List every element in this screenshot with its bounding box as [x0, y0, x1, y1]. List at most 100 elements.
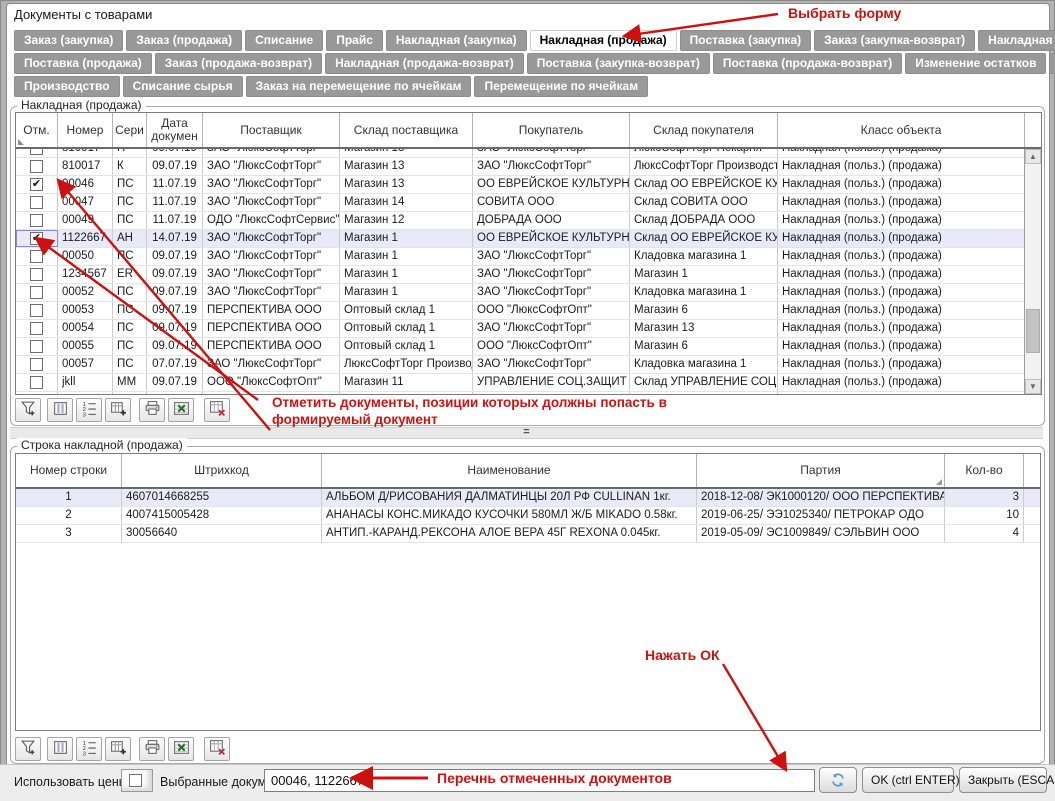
row-checkbox[interactable] — [30, 196, 43, 209]
table-row[interactable]: 00050ПС09.07.19ЗАО "ЛюксСофтТорг"Магазин… — [16, 248, 1041, 266]
table-row[interactable]: 00047ПС11.07.19ЗАО "ЛюксСофтТорг"Магазин… — [16, 194, 1041, 212]
tab-2-2[interactable]: Заказ на перемещение по ячейкам — [246, 76, 472, 97]
row-checkbox[interactable] — [30, 304, 43, 317]
row-checkbox[interactable] — [30, 160, 43, 173]
doc-col-header-8[interactable]: Класс объекта — [778, 113, 1025, 147]
doc-col-header-4[interactable]: Поставщик — [203, 113, 340, 147]
tab-1-1[interactable]: Заказ (продажа-возврат) — [155, 53, 322, 74]
use-prices-checkbox[interactable] — [129, 774, 142, 787]
cell-buyer: ЗАО "ЛюксСофтТорг" — [473, 158, 630, 175]
doc-col-header-6[interactable]: Покупатель — [473, 113, 630, 147]
refresh-button[interactable] — [819, 767, 857, 793]
table-row[interactable]: 00049ПС11.07.19ОДО "ЛюксСофтСервис"Магаз… — [16, 212, 1041, 230]
line-row[interactable]: 330056640АНТИП.-КАРАНД.РЕКСОНА АЛОЕ ВЕРА… — [16, 525, 1040, 543]
print-button[interactable] — [139, 398, 165, 422]
tab-0-6[interactable]: Поставка (закупка) — [680, 30, 812, 51]
scrollbar-thumb[interactable] — [1026, 309, 1040, 353]
row-cells: 1234567ER09.07.19ЗАО "ЛюксСофтТорг"Магаз… — [16, 266, 1025, 283]
tab-1-6[interactable]: Акт переоценки — [1049, 53, 1055, 74]
doc-col-header-5[interactable]: Склад поставщика — [340, 113, 473, 147]
column-settings-button[interactable] — [47, 398, 73, 422]
column-settings-icon — [52, 400, 69, 420]
tab-1-4[interactable]: Поставка (продажа-возврат) — [713, 53, 902, 74]
export-excel-button[interactable] — [168, 398, 194, 422]
line-col-header-4[interactable]: Кол-во — [945, 454, 1024, 487]
row-checkbox[interactable] — [30, 178, 43, 191]
row-numbering-button[interactable]: 123 — [76, 737, 102, 761]
cell-buyer: ОО ЕВРЕЙСКОЕ КУЛЬТУРН — [473, 230, 630, 247]
close-button[interactable]: Закрыть (ESCAPE) — [959, 767, 1047, 793]
line-col-header-1[interactable]: Штрихкод — [122, 454, 322, 487]
table-row[interactable]: 810017К09.07.19ЗАО "ЛюксСофтТорг"Магазин… — [16, 158, 1041, 176]
row-checkbox[interactable] — [30, 232, 43, 245]
filter-add-button[interactable] — [15, 398, 41, 422]
cell-supplier: ЗАО "ЛюксСофтТорг" — [203, 194, 340, 211]
row-checkbox[interactable] — [30, 268, 43, 281]
tab-2-1[interactable]: Списание сырья — [123, 76, 243, 97]
table-row[interactable]: 1234567ER09.07.19ЗАО "ЛюксСофтТорг"Магаз… — [16, 266, 1041, 284]
line-col-header-2[interactable]: Наименование — [322, 454, 697, 487]
row-checkbox[interactable] — [30, 358, 43, 371]
scroll-down-icon[interactable]: ▼ — [1025, 379, 1041, 394]
tab-1-5[interactable]: Изменение остатков — [905, 53, 1046, 74]
row-checkbox[interactable] — [30, 250, 43, 263]
row-checkbox[interactable] — [30, 214, 43, 227]
tab-0-4[interactable]: Накладная (закупка) — [386, 30, 527, 51]
annotation-selected-list: Перечнь отмеченных документов — [437, 770, 672, 786]
row-checkbox[interactable] — [30, 340, 43, 353]
table-row[interactable]: 810017П09.07.19ЗАО "ЛюксСофтТорг"Магазин… — [16, 149, 1041, 158]
documents-grid-scrollbar[interactable]: ▲ ▼ — [1024, 149, 1041, 394]
tab-2-3[interactable]: Перемещение по ячейкам — [474, 76, 648, 97]
tab-0-7[interactable]: Заказ (закупка-возврат) — [814, 30, 975, 51]
tab-0-3[interactable]: Прайс — [326, 30, 383, 51]
row-checkbox[interactable] — [30, 322, 43, 335]
row-checkbox[interactable] — [30, 394, 43, 395]
table-row[interactable]: 00053ПС09.07.19ПЕРСПЕКТИВА ООООптовый ск… — [16, 302, 1041, 320]
row-checkbox[interactable] — [30, 286, 43, 299]
column-settings-button[interactable] — [47, 737, 73, 761]
scroll-up-icon[interactable]: ▲ — [1025, 149, 1041, 164]
cell-date: 07.07.19 — [147, 356, 203, 373]
tab-2-0[interactable]: Производство — [14, 76, 120, 97]
row-numbering-button[interactable]: 123 — [76, 398, 102, 422]
cell-number: 1234567 — [58, 266, 113, 283]
ok-button[interactable]: OK (ctrl ENTER) — [862, 767, 954, 793]
doc-col-header-7[interactable]: Склад покупателя — [630, 113, 778, 147]
line-col-header-3[interactable]: Партия — [697, 454, 945, 487]
row-checkbox[interactable] — [30, 149, 43, 155]
print-button[interactable] — [139, 737, 165, 761]
cell-object-class: Накладная (польз.) (продажа) — [778, 320, 1025, 337]
tab-0-5[interactable]: Накладная (продажа) — [530, 30, 677, 51]
tab-0-8[interactable]: Накладная (закупка-возврат) — [978, 30, 1055, 51]
line-row[interactable]: 24007415005428АНАНАСЫ КОНС.МИКАДО КУСОЧК… — [16, 507, 1040, 525]
tab-1-3[interactable]: Поставка (закупка-возврат) — [527, 53, 710, 74]
cell-supplier-warehouse: Магазин 13 — [340, 149, 473, 157]
tab-0-2[interactable]: Списание — [245, 30, 323, 51]
tab-1-2[interactable]: Накладная (продажа-возврат) — [325, 53, 524, 74]
table-clear-button[interactable] — [204, 737, 230, 761]
tab-0-1[interactable]: Заказ (продажа) — [126, 30, 242, 51]
table-row[interactable]: 00054ПС09.07.19ПЕРСПЕКТИВА ООООптовый ск… — [16, 320, 1041, 338]
cell-buyer-warehouse: ЛюксСофтТорг Пекарня — [630, 149, 778, 157]
row-checkbox[interactable] — [30, 376, 43, 389]
table-row[interactable]: 1122667АН14.07.19ЗАО "ЛюксСофтТорг"Магаз… — [16, 230, 1041, 248]
table-row[interactable]: 00057ПС07.07.19ЗАО "ЛюксСофтТорг"ЛюксСоф… — [16, 356, 1041, 374]
table-add-button[interactable] — [105, 398, 131, 422]
table-row[interactable]: jkllММ09.07.19ООО "ЛюксСофтОпт"Магазин 1… — [16, 374, 1041, 392]
doc-col-header-1[interactable]: Номер — [58, 113, 113, 147]
doc-col-header-0[interactable]: Отм. — [16, 113, 58, 147]
line-col-header-0[interactable]: Номер строки — [16, 454, 122, 487]
table-clear-button[interactable] — [204, 398, 230, 422]
doc-col-header-2[interactable]: Сери — [113, 113, 147, 147]
line-row[interactable]: 14607014668255АЛЬБОМ Д/РИСОВАНИЯ ДАЛМАТИ… — [16, 489, 1040, 507]
export-excel-button[interactable] — [168, 737, 194, 761]
tab-0-0[interactable]: Заказ (закупка) — [14, 30, 123, 51]
doc-col-header-3[interactable]: Дата докумен — [147, 113, 203, 147]
table-row[interactable]: 00055ПС09.07.19ПЕРСПЕКТИВА ООООптовый ск… — [16, 338, 1041, 356]
filter-add-button[interactable] — [15, 737, 41, 761]
tab-1-0[interactable]: Поставка (продажа) — [14, 53, 152, 74]
table-row[interactable]: 00052ПС09.07.19ЗАО "ЛюксСофтТорг"Магазин… — [16, 284, 1041, 302]
table-add-button[interactable] — [105, 737, 131, 761]
table-row[interactable]: 00046ПС11.07.19ЗАО "ЛюксСофтТорг"Магазин… — [16, 176, 1041, 194]
checkbox-cell — [16, 392, 58, 395]
